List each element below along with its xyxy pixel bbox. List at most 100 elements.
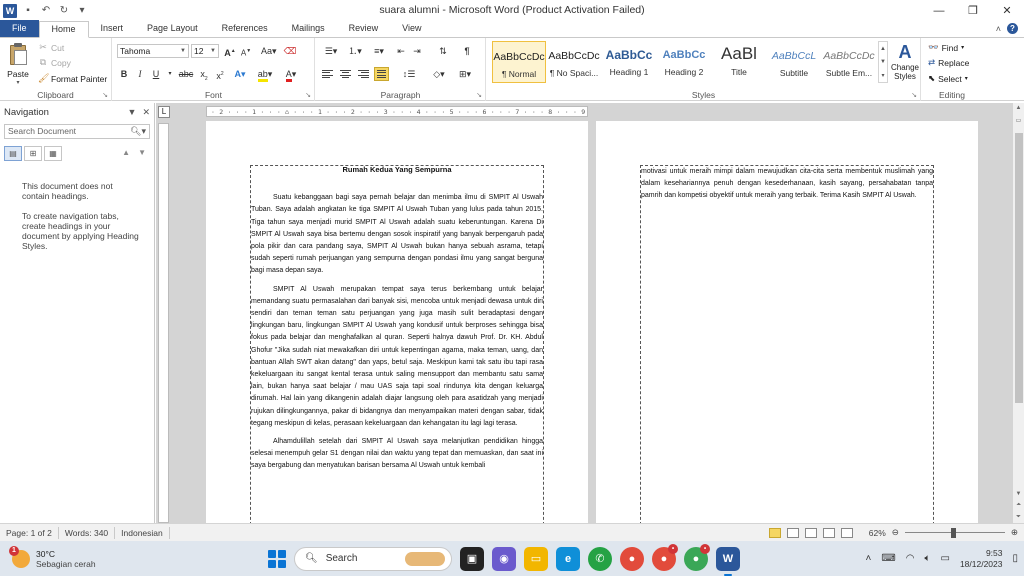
zoom-out-icon[interactable]: ⊖	[892, 527, 899, 538]
minimize-button[interactable]: —	[922, 0, 956, 21]
styles-scroll[interactable]: ▲ ▼ ▾	[878, 41, 888, 83]
taskbar-search[interactable]: 🔍︎ Search	[294, 546, 452, 571]
task-view-icon[interactable]: ▣	[460, 546, 484, 571]
weather-widget[interactable]: 1 30°C Sebagian cerah	[0, 545, 170, 569]
battery-icon[interactable]: ▭	[940, 553, 949, 564]
scroll-down-icon[interactable]: ▼	[1013, 491, 1024, 497]
close-button[interactable]: ✕	[990, 0, 1024, 21]
line-spacing-button[interactable]: ↕☰	[398, 67, 420, 81]
font-name-select[interactable]: Tahoma ▼	[117, 44, 189, 58]
zoom-in-icon[interactable]: ⊕	[1011, 527, 1018, 538]
help-icon[interactable]: ?	[1007, 23, 1018, 34]
whatsapp-icon[interactable]: ✆	[588, 546, 612, 571]
search-document-input[interactable]: Search Document 🔍︎▾	[4, 124, 150, 139]
style-heading-2[interactable]: AaBbCc Heading 2	[657, 41, 711, 83]
tab-view[interactable]: View	[390, 21, 433, 37]
print-layout-icon[interactable]	[768, 527, 781, 538]
next-heading-icon[interactable]: ▼	[138, 148, 146, 157]
document-title[interactable]: Rumah Kedua Yang Sempurna	[251, 164, 543, 176]
align-left-button[interactable]	[320, 67, 335, 81]
web-layout-icon[interactable]	[804, 527, 817, 538]
notifications-icon[interactable]: ▯	[1012, 553, 1018, 564]
browse-results-tab[interactable]: ▦	[44, 146, 62, 161]
strikethrough-button[interactable]: abc	[177, 67, 195, 81]
outline-view-icon[interactable]	[822, 527, 835, 538]
cut-button[interactable]: ✂ Cut	[38, 42, 64, 53]
shrink-font-button[interactable]: A▼	[239, 44, 253, 58]
chrome-icon[interactable]: ●	[620, 546, 644, 571]
text-effects-button[interactable]: A▾	[233, 67, 247, 81]
minimize-ribbon-icon[interactable]: ˄	[996, 24, 1001, 34]
change-styles-button[interactable]: A Change Styles	[889, 41, 921, 83]
style-no-spacing[interactable]: AaBbCcDc ¶ No Spaci...	[547, 41, 601, 83]
style-title[interactable]: AaBl Title	[712, 41, 766, 83]
clock[interactable]: 9:53 18/12/2023	[960, 548, 1003, 570]
page-1[interactable]: Rumah Kedua Yang Sempurna Suatu kebangga…	[206, 121, 588, 523]
paragraph[interactable]: SMPIT Al Uswah merupakan tempat saya ter…	[251, 284, 543, 430]
styles-launcher-icon[interactable]: ↘	[911, 91, 917, 99]
word-count[interactable]: Words: 340	[59, 526, 116, 539]
volume-icon[interactable]: 🔈︎	[924, 553, 930, 564]
format-painter-button[interactable]: 🖌 Format Painter	[38, 73, 107, 84]
show-formatting-button[interactable]: ¶	[460, 44, 474, 58]
page-count[interactable]: Page: 1 of 2	[0, 526, 59, 539]
previous-page-icon[interactable]: ⏶	[1013, 502, 1024, 509]
chrome-profile-2-icon[interactable]: ● •	[684, 543, 710, 571]
tab-file[interactable]: File	[0, 20, 39, 37]
paste-button[interactable]: Paste ▾	[4, 42, 32, 86]
draft-view-icon[interactable]	[840, 527, 853, 538]
multilevel-list-button[interactable]: ≡▾	[368, 44, 390, 58]
search-icon[interactable]: 🔍︎▾	[130, 125, 146, 138]
style-normal[interactable]: AaBbCcDc ¶ Normal	[492, 41, 546, 83]
document-body[interactable]: motivasi untuk meraih mimpi dalam mewuju…	[641, 166, 933, 203]
tab-review[interactable]: Review	[337, 21, 391, 37]
decrease-indent-button[interactable]: ⇤	[394, 44, 408, 58]
paragraph-launcher-icon[interactable]: ↘	[476, 91, 482, 99]
paragraph[interactable]: Suatu kebanggaan bagi saya pernah belaja…	[251, 192, 543, 277]
next-page-icon[interactable]: ⏷	[1013, 514, 1024, 521]
find-button[interactable]: 👓 Find ▾	[928, 42, 964, 53]
tab-insert[interactable]: Insert	[89, 21, 136, 37]
language-bar-icon[interactable]: ⌨	[881, 553, 895, 564]
font-color-button[interactable]: A▾	[281, 67, 301, 82]
word-taskbar-icon[interactable]: W	[716, 546, 740, 576]
ruler-toggle-icon[interactable]: ▭	[1013, 117, 1024, 124]
text-box-page-2[interactable]: motivasi untuk meraih mimpi dalam mewuju…	[640, 165, 934, 523]
replace-button[interactable]: ⇄ Replace	[928, 57, 969, 68]
save-icon[interactable]: ▪	[21, 5, 35, 16]
copy-button[interactable]: ⧉ Copy	[38, 57, 71, 68]
document-area[interactable]: L · 2 · · · 1 · · · ⌂ · · · 1 · · · 2 · …	[156, 103, 1012, 523]
clipboard-launcher-icon[interactable]: ↘	[102, 91, 108, 99]
customize-qat-icon[interactable]: ▾	[75, 5, 89, 16]
subscript-button[interactable]: x2	[197, 67, 211, 82]
document-body[interactable]: Rumah Kedua Yang Sempurna Suatu kebangga…	[251, 164, 543, 473]
more-styles-icon[interactable]: ▾	[881, 72, 884, 79]
browse-headings-tab[interactable]: ▤	[4, 146, 22, 161]
close-pane-icon[interactable]: ✕	[142, 107, 150, 118]
highlight-color-button[interactable]: ab▾	[255, 67, 275, 82]
tab-references[interactable]: References	[210, 21, 280, 37]
numbering-button[interactable]: ⒈▾	[344, 44, 366, 58]
tab-mailings[interactable]: Mailings	[280, 21, 337, 37]
vertical-scrollbar[interactable]: ▲ ▭ ▼ ⏶ ⏷	[1012, 103, 1024, 523]
file-explorer-icon[interactable]: ▭	[524, 546, 548, 571]
select-button[interactable]: ⬉ Select ▾	[928, 73, 968, 84]
superscript-button[interactable]: x2	[213, 67, 227, 81]
shading-button[interactable]: ◇▾	[428, 67, 450, 81]
bullets-button[interactable]: ☰▾	[320, 44, 342, 58]
wifi-icon[interactable]: ◠	[906, 553, 915, 564]
page-2[interactable]: motivasi untuk meraih mimpi dalam mewuju…	[596, 121, 978, 523]
sort-button[interactable]: ⇅	[436, 44, 450, 58]
vertical-ruler[interactable]	[158, 123, 169, 523]
align-center-button[interactable]	[338, 67, 353, 81]
teams-chat-icon[interactable]: ◉	[492, 546, 516, 571]
restore-button[interactable]: ❐	[956, 0, 990, 21]
scroll-up-icon[interactable]: ▲	[1013, 105, 1024, 111]
full-screen-reading-icon[interactable]	[786, 527, 799, 538]
word-logo-icon[interactable]: W	[3, 3, 17, 18]
edge-browser-icon[interactable]: e	[556, 546, 580, 571]
increase-indent-button[interactable]: ⇥	[410, 44, 424, 58]
chevron-up-icon[interactable]: ▲	[880, 46, 886, 52]
chevron-down-icon[interactable]: ▼	[880, 59, 886, 65]
change-case-button[interactable]: Aa▾	[261, 44, 277, 58]
